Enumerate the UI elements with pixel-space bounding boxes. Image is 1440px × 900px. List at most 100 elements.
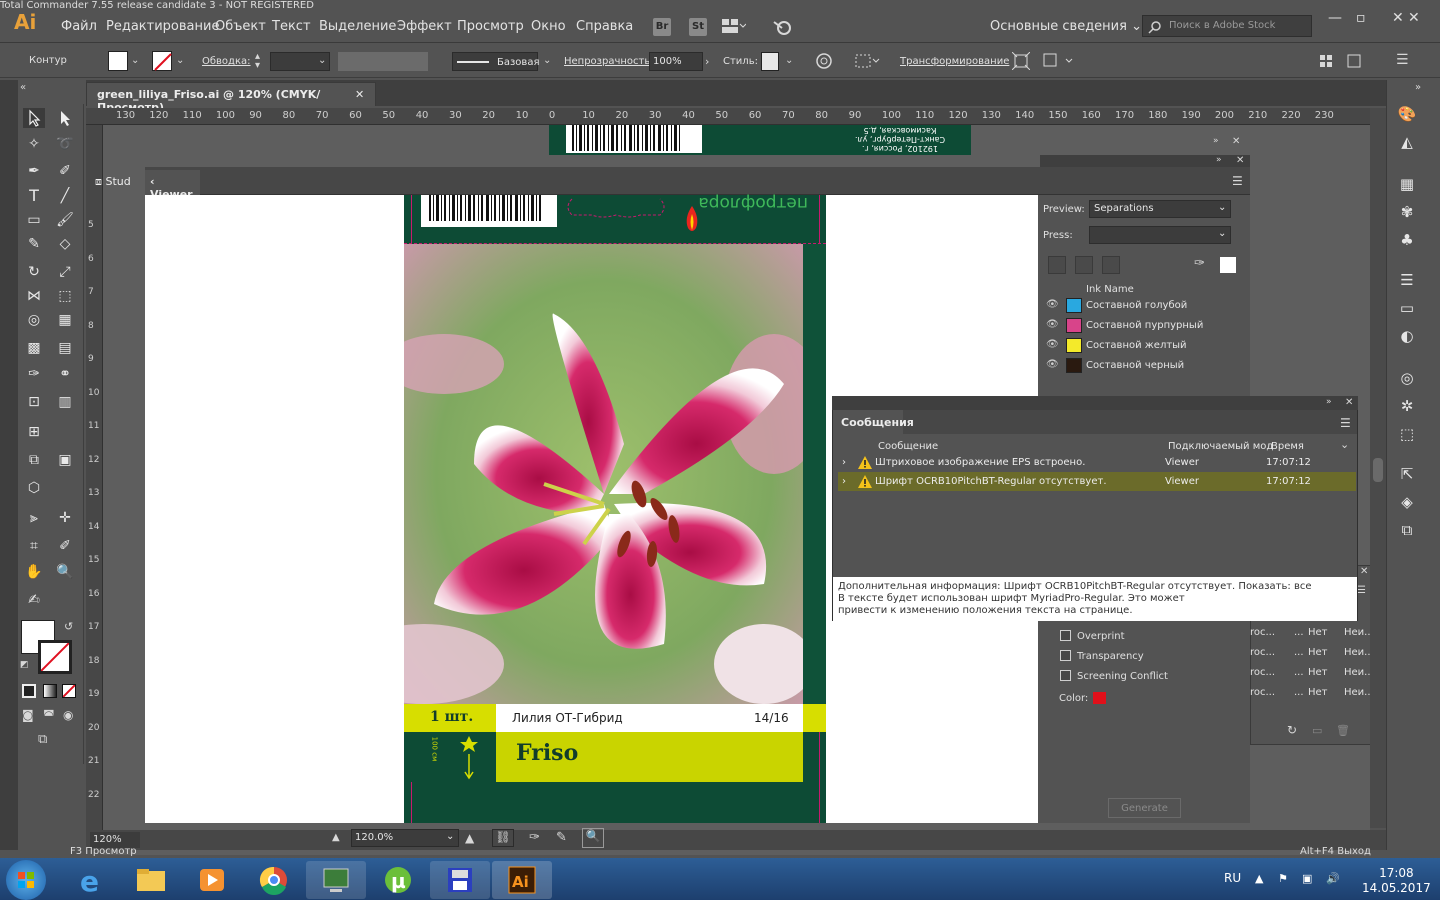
artboard-tool-icon[interactable]: ⊞ [23, 422, 45, 442]
recolor-icon[interactable] [815, 52, 833, 70]
close-tab-icon[interactable]: ✕ [355, 88, 364, 101]
curvature-tool-icon[interactable]: ✐ [54, 161, 76, 181]
highlight-color-swatch[interactable] [1093, 692, 1106, 704]
eye-icon[interactable]: 👁 [1046, 359, 1059, 370]
total-commander-icon[interactable] [430, 861, 490, 899]
width-tool-icon[interactable]: ⋈ [23, 286, 45, 306]
rectangle-tool-icon[interactable]: ▭ [23, 210, 45, 230]
style-swatch[interactable] [761, 52, 779, 71]
tray-expand-icon[interactable]: ▲ [1255, 872, 1263, 885]
eye-icon[interactable]: 👁 [1046, 299, 1059, 310]
swatches-icon[interactable]: ▦ [1396, 174, 1418, 194]
menu-item[interactable]: Просмотр [457, 19, 524, 34]
trash-icon[interactable]: 🗑 [1336, 724, 1350, 737]
paintbrush-tool-icon[interactable]: 🖌 [54, 210, 76, 230]
network-icon[interactable]: ▣ [1302, 872, 1312, 885]
brush-dropdown-icon[interactable]: ⌄ [543, 55, 551, 66]
asset-export-icon[interactable]: ⬚ [1396, 424, 1418, 444]
menu-item[interactable]: Выделение [319, 19, 396, 34]
color-mode-icon[interactable] [22, 684, 36, 698]
messages-titlebar[interactable] [832, 396, 1358, 410]
lasso-tool-icon[interactable]: ➰ [54, 134, 76, 154]
style-dropdown-icon[interactable]: ⌄ [785, 55, 793, 66]
eye-icon[interactable]: 👁 [1046, 339, 1059, 350]
message-row[interactable]: › Штриховое изображение EPS встроено. View… [838, 453, 1356, 472]
stroke-panel-icon[interactable]: ☰ [1396, 270, 1418, 290]
stock-search-input[interactable]: Поиск в Adobe Stock [1142, 15, 1312, 37]
eyedropper-icon[interactable]: ✑ [1194, 256, 1205, 271]
expand-chevron-icon[interactable]: › [842, 476, 846, 487]
isolate-icon[interactable] [1012, 52, 1030, 70]
link-icon[interactable]: ⛓ [492, 829, 514, 847]
expand-chevron-icon[interactable]: › [842, 457, 846, 468]
media-player-icon[interactable] [182, 861, 242, 899]
press-select[interactable]: ⌄ [1089, 226, 1231, 244]
draw-behind-icon[interactable]: ◚ [43, 708, 55, 722]
internet-explorer-icon[interactable]: e [60, 861, 120, 899]
menu-item[interactable]: Текст [272, 19, 311, 34]
document-tab[interactable]: green_liliya_Friso.ai @ 120% (CMYK/Просм… [86, 82, 376, 114]
menu-item[interactable]: Справка [576, 19, 633, 34]
illustrator-icon[interactable]: Ai [492, 861, 552, 899]
perspective-grid-tool-icon[interactable]: ▦ [54, 310, 76, 330]
draw-normal-icon[interactable]: ◙ [22, 708, 34, 722]
side-panel-tab-fragment[interactable]: ⧈ Stud [95, 175, 131, 189]
utorrent-icon[interactable]: µ [368, 861, 428, 899]
vertical-scrollbar[interactable] [1370, 108, 1386, 828]
menu-item[interactable]: Окно [531, 19, 566, 34]
artboards-icon[interactable]: ⧉ [1396, 520, 1418, 540]
ink-row[interactable]: 👁 Составной пурпурный [1040, 316, 1248, 336]
panel-close-icon[interactable]: ✕ [1232, 136, 1240, 147]
viewer-collapse-icon[interactable]: » [1216, 155, 1222, 165]
clock[interactable]: 17:08 14.05.2017 [1362, 866, 1431, 896]
zoom-tool-icon[interactable]: 🔍 [54, 562, 76, 582]
panel-collapse-icon[interactable]: » [1213, 136, 1219, 146]
stroke-dropdown-icon[interactable]: ⌄ [176, 55, 184, 66]
refresh-icon[interactable]: ↻ [1287, 723, 1297, 737]
language-indicator[interactable]: RU [1224, 871, 1241, 885]
appearance-icon[interactable]: ◎ [1396, 368, 1418, 388]
panel-menu-icon[interactable]: ☰ [1396, 52, 1409, 68]
dock-collapse-icon[interactable]: » [1415, 82, 1421, 93]
horizontal-ruler[interactable]: 130 120 110 100 90 80 70 60 50 40 30 20 10 0 10 20 30 40 5… [86, 108, 1370, 125]
ink-row[interactable]: 👁 Составной желтый [1040, 336, 1248, 356]
overprint-checkbox[interactable] [1060, 630, 1071, 641]
draw-inside-icon[interactable]: ◉ [63, 708, 73, 722]
fill-swatch[interactable] [108, 51, 128, 71]
variable-width-field[interactable] [338, 52, 428, 71]
sep-close-icon[interactable]: ✕ [1360, 566, 1368, 577]
stroke-stepper[interactable]: ▴ ▾ [255, 52, 260, 71]
vertical-ruler[interactable]: 5 6 7 8 9 10 11 12 13 14 15 16 17 18 19 20 21 22 [86, 125, 103, 845]
color-panel-icon[interactable]: 🎨 [1396, 104, 1418, 124]
default-colors-icon[interactable]: ◩ [20, 660, 29, 670]
scroll-thumb[interactable] [1373, 458, 1383, 482]
viewer-close-icon[interactable]: ✕ [1236, 155, 1244, 166]
paper-color-swatch[interactable] [1220, 257, 1236, 273]
type-tool-icon[interactable]: T [23, 186, 45, 206]
knife-tool-icon[interactable]: ✐ [54, 536, 76, 556]
eyedropper-tool-status-icon[interactable]: ✑ [529, 830, 540, 845]
rotate-tool-icon[interactable]: ↻ [23, 262, 45, 282]
puppet-warp-icon[interactable] [1042, 52, 1078, 70]
bridge-button[interactable]: Br [653, 18, 671, 36]
gradient-panel-icon[interactable]: ▭ [1396, 298, 1418, 318]
transform-link[interactable]: Трансформирование [900, 56, 1009, 67]
volume-icon[interactable]: 🔊 [1326, 872, 1340, 885]
flag-icon[interactable]: ⚑ [1278, 872, 1288, 885]
fill-dropdown-icon[interactable]: ⌄ [131, 55, 139, 66]
col-plugin-header[interactable]: Подключаемый мод [1168, 441, 1273, 452]
measure-icon[interactable]: ✎ [556, 830, 567, 845]
opacity-label[interactable]: Непрозрачность: [564, 56, 654, 67]
viewer-menu-icon[interactable]: ☰ [1232, 174, 1243, 188]
view-mode-2-icon[interactable] [1075, 256, 1093, 274]
graphic-styles-icon[interactable]: ✲ [1396, 396, 1418, 416]
col-message-header[interactable]: Сообщение [878, 441, 938, 452]
view-mode-3-icon[interactable] [1102, 256, 1120, 274]
none-mode-icon[interactable] [62, 684, 76, 698]
symbol-sprayer-tool-icon[interactable]: ⊡ [23, 392, 45, 412]
zoom-in-icon[interactable]: ▲ [465, 831, 474, 845]
export-icon[interactable]: ⇱ [1396, 464, 1418, 484]
workspace-switcher[interactable]: Основные сведения ⌄ [990, 19, 1142, 34]
maximize-icon[interactable]: ▫ [1356, 10, 1366, 26]
stroke-swatch[interactable] [152, 51, 172, 71]
